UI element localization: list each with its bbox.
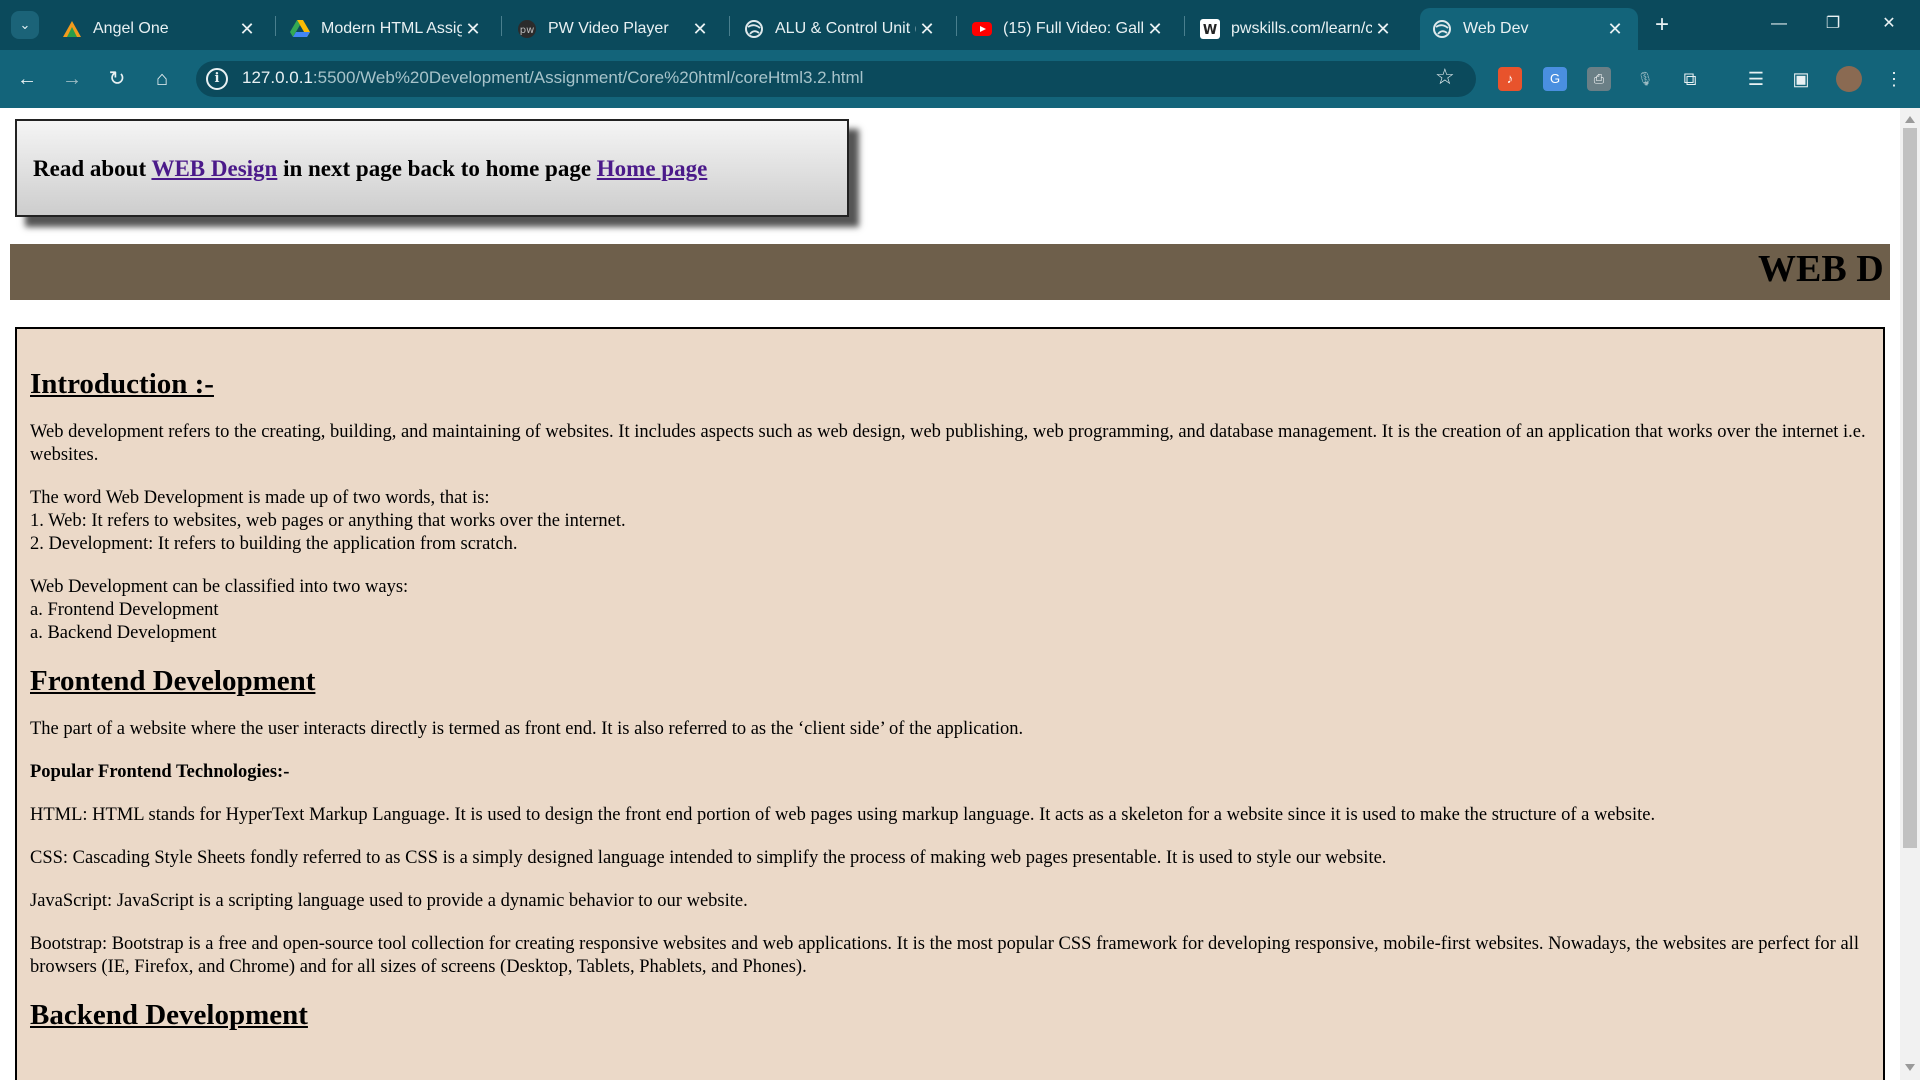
- close-tab-icon[interactable]: ✕: [916, 19, 938, 40]
- tab-modern-html[interactable]: Modern HTML Assign ✕: [278, 8, 496, 50]
- close-tab-icon[interactable]: ✕: [1372, 19, 1394, 40]
- google-translate-icon[interactable]: G: [1543, 67, 1567, 91]
- back-button[interactable]: ←: [12, 64, 42, 94]
- bootstrap-paragraph: Bootstrap: Bootstrap is a free and open-…: [30, 934, 1859, 977]
- forward-button[interactable]: →: [57, 64, 87, 94]
- tab-pwskills[interactable]: W pwskills.com/learn/c ✕: [1188, 8, 1406, 50]
- profile-avatar[interactable]: [1836, 66, 1862, 92]
- tab-search-button[interactable]: ⌄: [11, 11, 39, 39]
- extension-red-icon[interactable]: ♪: [1498, 67, 1522, 91]
- tab-pw-video[interactable]: pw PW Video Player ✕: [505, 8, 723, 50]
- media-controls-icon[interactable]: ☰: [1744, 67, 1768, 91]
- frontend-paragraph: The part of a website where the user int…: [30, 719, 1024, 739]
- web-design-link[interactable]: WEB Design: [151, 156, 277, 181]
- restore-button[interactable]: ❐: [1810, 8, 1856, 40]
- nav-box: Read about WEB Design in next page back …: [15, 119, 849, 217]
- menu-kebab-icon[interactable]: ⋮: [1882, 67, 1906, 91]
- globe-icon: [1432, 19, 1452, 39]
- youtube-icon: [972, 19, 992, 39]
- site-info-icon[interactable]: i: [206, 68, 228, 90]
- content-section: Introduction :- Web development refers t…: [15, 327, 1885, 1080]
- frontend-heading: Frontend Development: [30, 665, 316, 697]
- tab-alu-control[interactable]: ALU & Control Unit ( ✕: [732, 8, 950, 50]
- extension-printer-icon[interactable]: ⎙: [1587, 67, 1611, 91]
- bookmark-star-icon[interactable]: ☆: [1435, 64, 1455, 90]
- html-paragraph: HTML: HTML stands for HyperText Markup L…: [30, 805, 1656, 825]
- svg-text:W: W: [1203, 23, 1217, 38]
- minimize-button[interactable]: —: [1756, 8, 1802, 40]
- tab-separator: [1184, 16, 1185, 36]
- close-window-button[interactable]: ✕: [1866, 8, 1912, 40]
- intro-classified-paragraph: Web Development can be classified into t…: [30, 577, 409, 643]
- url-host: 127.0.0.1: [242, 68, 313, 87]
- close-tab-icon[interactable]: ✕: [1144, 19, 1166, 40]
- angel-one-icon: [62, 19, 82, 39]
- side-panel-icon[interactable]: ▣: [1789, 67, 1813, 91]
- web-page: Read about WEB Design in next page back …: [0, 108, 1900, 1080]
- close-tab-icon[interactable]: ✕: [689, 19, 711, 40]
- intro-heading: Introduction :-: [30, 368, 214, 400]
- banner-text: WEB D: [1758, 248, 1884, 290]
- google-drive-icon: [290, 19, 310, 39]
- intro-paragraph: Web development refers to the creating, …: [30, 422, 1866, 465]
- svg-text:pw: pw: [520, 25, 535, 36]
- home-button[interactable]: ⌂: [147, 64, 177, 94]
- url-path: :5500/Web%20Development/Assignment/Core%…: [312, 68, 864, 87]
- reload-button[interactable]: ↻: [102, 64, 132, 94]
- frontend-tech-heading: Popular Frontend Technologies:-: [30, 762, 290, 782]
- scrollbar-thumb[interactable]: [1903, 128, 1917, 848]
- tab-separator: [275, 16, 276, 36]
- tab-separator: [501, 16, 502, 36]
- extensions-puzzle-icon[interactable]: ⧉: [1678, 67, 1702, 91]
- tab-separator: [729, 16, 730, 36]
- nav-text: Read about WEB Design in next page back …: [33, 156, 708, 181]
- javascript-paragraph: JavaScript: JavaScript is a scripting la…: [30, 891, 748, 911]
- close-tab-icon[interactable]: ✕: [462, 19, 484, 40]
- scroll-up-arrow[interactable]: [1905, 116, 1915, 123]
- scroll-down-arrow[interactable]: [1905, 1064, 1915, 1071]
- close-tab-icon[interactable]: ✕: [236, 19, 258, 40]
- close-tab-icon[interactable]: ✕: [1604, 19, 1626, 40]
- tab-angel-one[interactable]: Angel One ✕: [50, 8, 270, 50]
- intro-words-paragraph: The word Web Development is made up of t…: [30, 488, 626, 554]
- microphone-icon[interactable]: 🎙: [1633, 67, 1657, 91]
- globe-icon: [744, 19, 764, 39]
- css-paragraph: CSS: Cascading Style Sheets fondly refer…: [30, 848, 1387, 868]
- pwskills-icon: W: [1200, 19, 1220, 39]
- tab-web-dev[interactable]: Web Dev ✕: [1420, 8, 1638, 50]
- pw-logo-icon: pw: [517, 19, 537, 39]
- marquee-banner: WEB D: [10, 244, 1890, 300]
- home-page-link[interactable]: Home page: [597, 156, 708, 181]
- tab-youtube[interactable]: (15) Full Video: Galliy ✕: [960, 8, 1178, 50]
- tab-separator: [956, 16, 957, 36]
- new-tab-button[interactable]: +: [1648, 12, 1676, 40]
- url-text[interactable]: 127.0.0.1:5500/Web%20Development/Assignm…: [242, 68, 863, 88]
- backend-heading: Backend Development: [30, 999, 308, 1031]
